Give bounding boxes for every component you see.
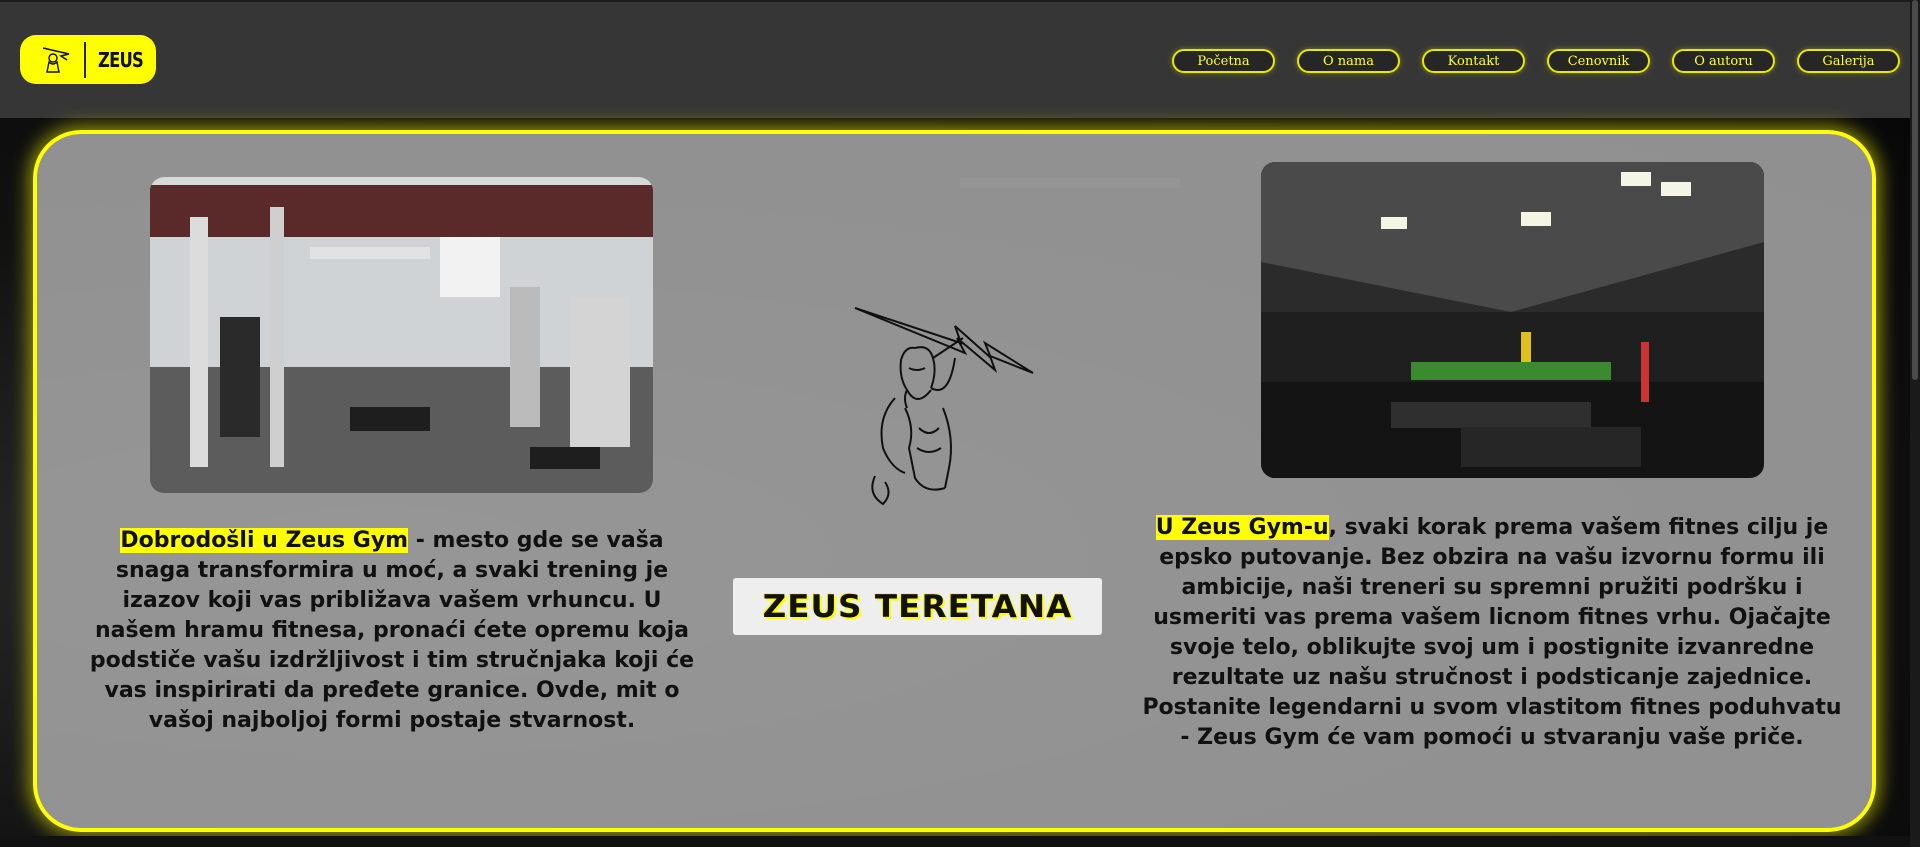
about-body: , svaki korak prema vašem fitnes cilju j… (1142, 515, 1842, 750)
main-nav: Početna O nama Kontakt Cenovnik O autoru… (1172, 49, 1900, 73)
zeus-logo-icon (34, 41, 78, 79)
about-text: U Zeus Gym-u, svaki korak prema vašem fi… (1137, 513, 1847, 753)
nav-cenovnik[interactable]: Cenovnik (1547, 49, 1650, 73)
content-panel: Dobrodošli u Zeus Gym - mesto gde se vaš… (33, 130, 1876, 832)
nav-kontakt[interactable]: Kontakt (1422, 49, 1525, 73)
footer-edge (0, 836, 1920, 847)
scrollbar-thumb[interactable] (1912, 0, 1918, 380)
zeus-lightning-illustration (845, 298, 1045, 508)
nav-galerija[interactable]: Galerija (1797, 49, 1900, 73)
nav-o-nama[interactable]: O nama (1297, 49, 1400, 73)
brand-box: ZEUS TERETANA (733, 578, 1102, 635)
logo[interactable]: ZEUS (20, 35, 156, 84)
nav-pocetna[interactable]: Početna (1172, 49, 1275, 73)
gym-photo-left (150, 177, 653, 493)
site-header: ZEUS Početna O nama Kontakt Cenovnik O a… (0, 0, 1920, 118)
scrollbar[interactable] (1910, 0, 1920, 847)
logo-divider (84, 41, 86, 78)
welcome-body: - mesto gde se vaša snaga transformira u… (89, 528, 695, 733)
nav-o-autoru[interactable]: O autoru (1672, 49, 1775, 73)
welcome-highlight: Dobrodošli u Zeus Gym (120, 528, 409, 553)
gym-photo-right (1261, 162, 1764, 478)
welcome-text: Dobrodošli u Zeus Gym - mesto gde se vaš… (87, 526, 697, 736)
about-highlight: U Zeus Gym-u (1155, 515, 1329, 540)
brand-title: ZEUS TERETANA (762, 588, 1073, 625)
logo-text: ZEUS (98, 47, 144, 72)
